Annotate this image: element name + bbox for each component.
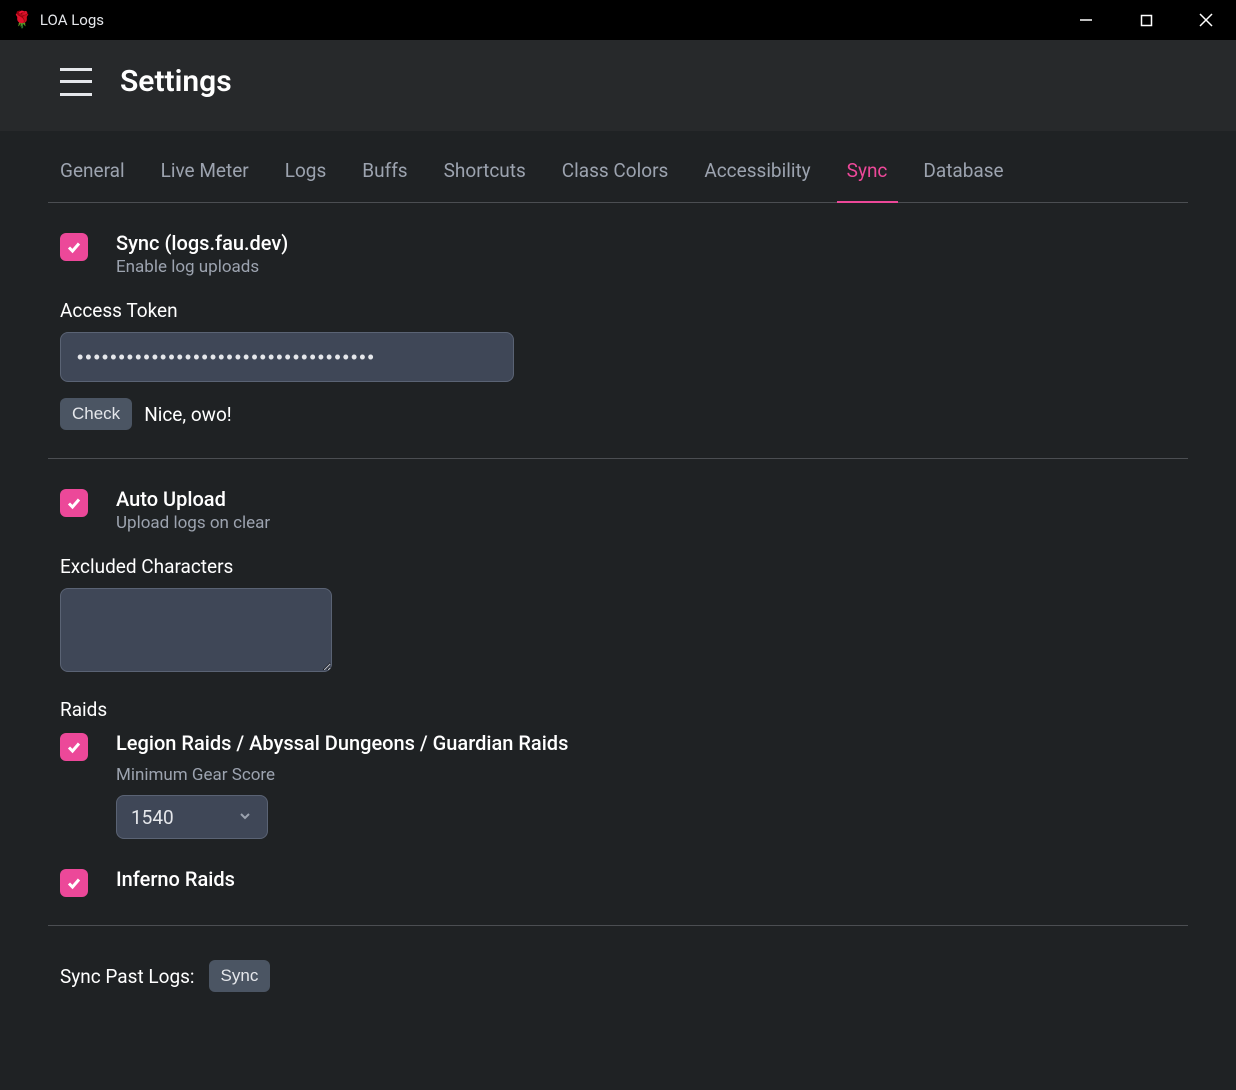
app-title: LOA Logs	[40, 11, 104, 29]
page-title: Settings	[120, 64, 232, 99]
close-button[interactable]	[1192, 6, 1220, 34]
minimize-icon	[1079, 13, 1093, 27]
sync-enable-sub: Enable log uploads	[116, 257, 288, 277]
sync-enable-checkbox[interactable]	[60, 233, 88, 261]
legion-raids-row: Legion Raids / Abyssal Dungeons / Guardi…	[60, 731, 1176, 839]
section-past-logs: Sync Past Logs: Sync	[48, 926, 1188, 1026]
section-sync: Sync (logs.fau.dev) Enable log uploads A…	[48, 203, 1188, 459]
check-icon	[66, 239, 82, 255]
tab-class-colors[interactable]: Class Colors	[562, 159, 669, 184]
sync-enable-row: Sync (logs.fau.dev) Enable log uploads	[60, 231, 1176, 277]
tab-underline	[837, 201, 898, 203]
legion-raids-title: Legion Raids / Abyssal Dungeons / Guardi…	[116, 731, 568, 755]
titlebar-left: 🌹 LOA Logs	[12, 11, 104, 29]
auto-upload-row: Auto Upload Upload logs on clear	[60, 487, 1176, 533]
titlebar: 🌹 LOA Logs	[0, 0, 1236, 40]
tab-database[interactable]: Database	[923, 159, 1003, 184]
window-controls	[1072, 6, 1220, 34]
tab-logs[interactable]: Logs	[285, 159, 327, 184]
check-token-result: Nice, owo!	[144, 403, 232, 426]
inferno-raids-text: Inferno Raids	[116, 867, 235, 891]
legion-raids-checkbox[interactable]	[60, 733, 88, 761]
tab-buffs[interactable]: Buffs	[362, 159, 407, 184]
maximize-button[interactable]	[1132, 6, 1160, 34]
access-token-input[interactable]	[60, 332, 514, 382]
tab-general[interactable]: General	[60, 159, 125, 184]
auto-upload-title: Auto Upload	[116, 487, 270, 511]
gear-score-value: 1540	[131, 806, 174, 829]
app-icon: 🌹	[12, 12, 32, 28]
check-icon	[66, 875, 82, 891]
auto-upload-checkbox[interactable]	[60, 489, 88, 517]
check-token-button[interactable]: Check	[60, 398, 132, 430]
tabs: General Live Meter Logs Buffs Shortcuts Class…	[48, 131, 1188, 203]
sync-enable-title: Sync (logs.fau.dev)	[116, 231, 288, 255]
tab-live-meter[interactable]: Live Meter	[161, 159, 249, 184]
token-check-row: Check Nice, owo!	[60, 398, 1176, 430]
access-token-label: Access Token	[60, 299, 1176, 322]
tab-accessibility[interactable]: Accessibility	[704, 159, 810, 184]
menu-button[interactable]	[60, 68, 92, 96]
inferno-raids-title: Inferno Raids	[116, 867, 235, 891]
sync-enable-text: Sync (logs.fau.dev) Enable log uploads	[116, 231, 288, 277]
raids-label: Raids	[60, 698, 1176, 721]
maximize-icon	[1140, 14, 1153, 27]
check-icon	[66, 739, 82, 755]
legion-raids-text: Legion Raids / Abyssal Dungeons / Guardi…	[116, 731, 568, 839]
tab-shortcuts[interactable]: Shortcuts	[444, 159, 526, 184]
auto-upload-sub: Upload logs on clear	[116, 513, 270, 533]
gear-score-select[interactable]: 1540	[116, 795, 268, 839]
header: Settings	[0, 40, 1236, 131]
section-auto-upload: Auto Upload Upload logs on clear Exclude…	[48, 459, 1188, 926]
chevron-down-icon	[237, 806, 253, 829]
auto-upload-text: Auto Upload Upload logs on clear	[116, 487, 270, 533]
close-icon	[1199, 13, 1213, 27]
inferno-raids-checkbox[interactable]	[60, 869, 88, 897]
sync-past-logs-button[interactable]: Sync	[209, 960, 271, 992]
excluded-characters-label: Excluded Characters	[60, 555, 1176, 578]
hamburger-icon	[60, 68, 92, 71]
past-logs-label: Sync Past Logs:	[60, 965, 195, 988]
minimize-button[interactable]	[1072, 6, 1100, 34]
check-icon	[66, 495, 82, 511]
tab-sync[interactable]: Sync	[847, 159, 888, 184]
gear-score-label: Minimum Gear Score	[116, 765, 568, 785]
inferno-raids-row: Inferno Raids	[60, 867, 1176, 897]
excluded-characters-input[interactable]	[60, 588, 332, 672]
